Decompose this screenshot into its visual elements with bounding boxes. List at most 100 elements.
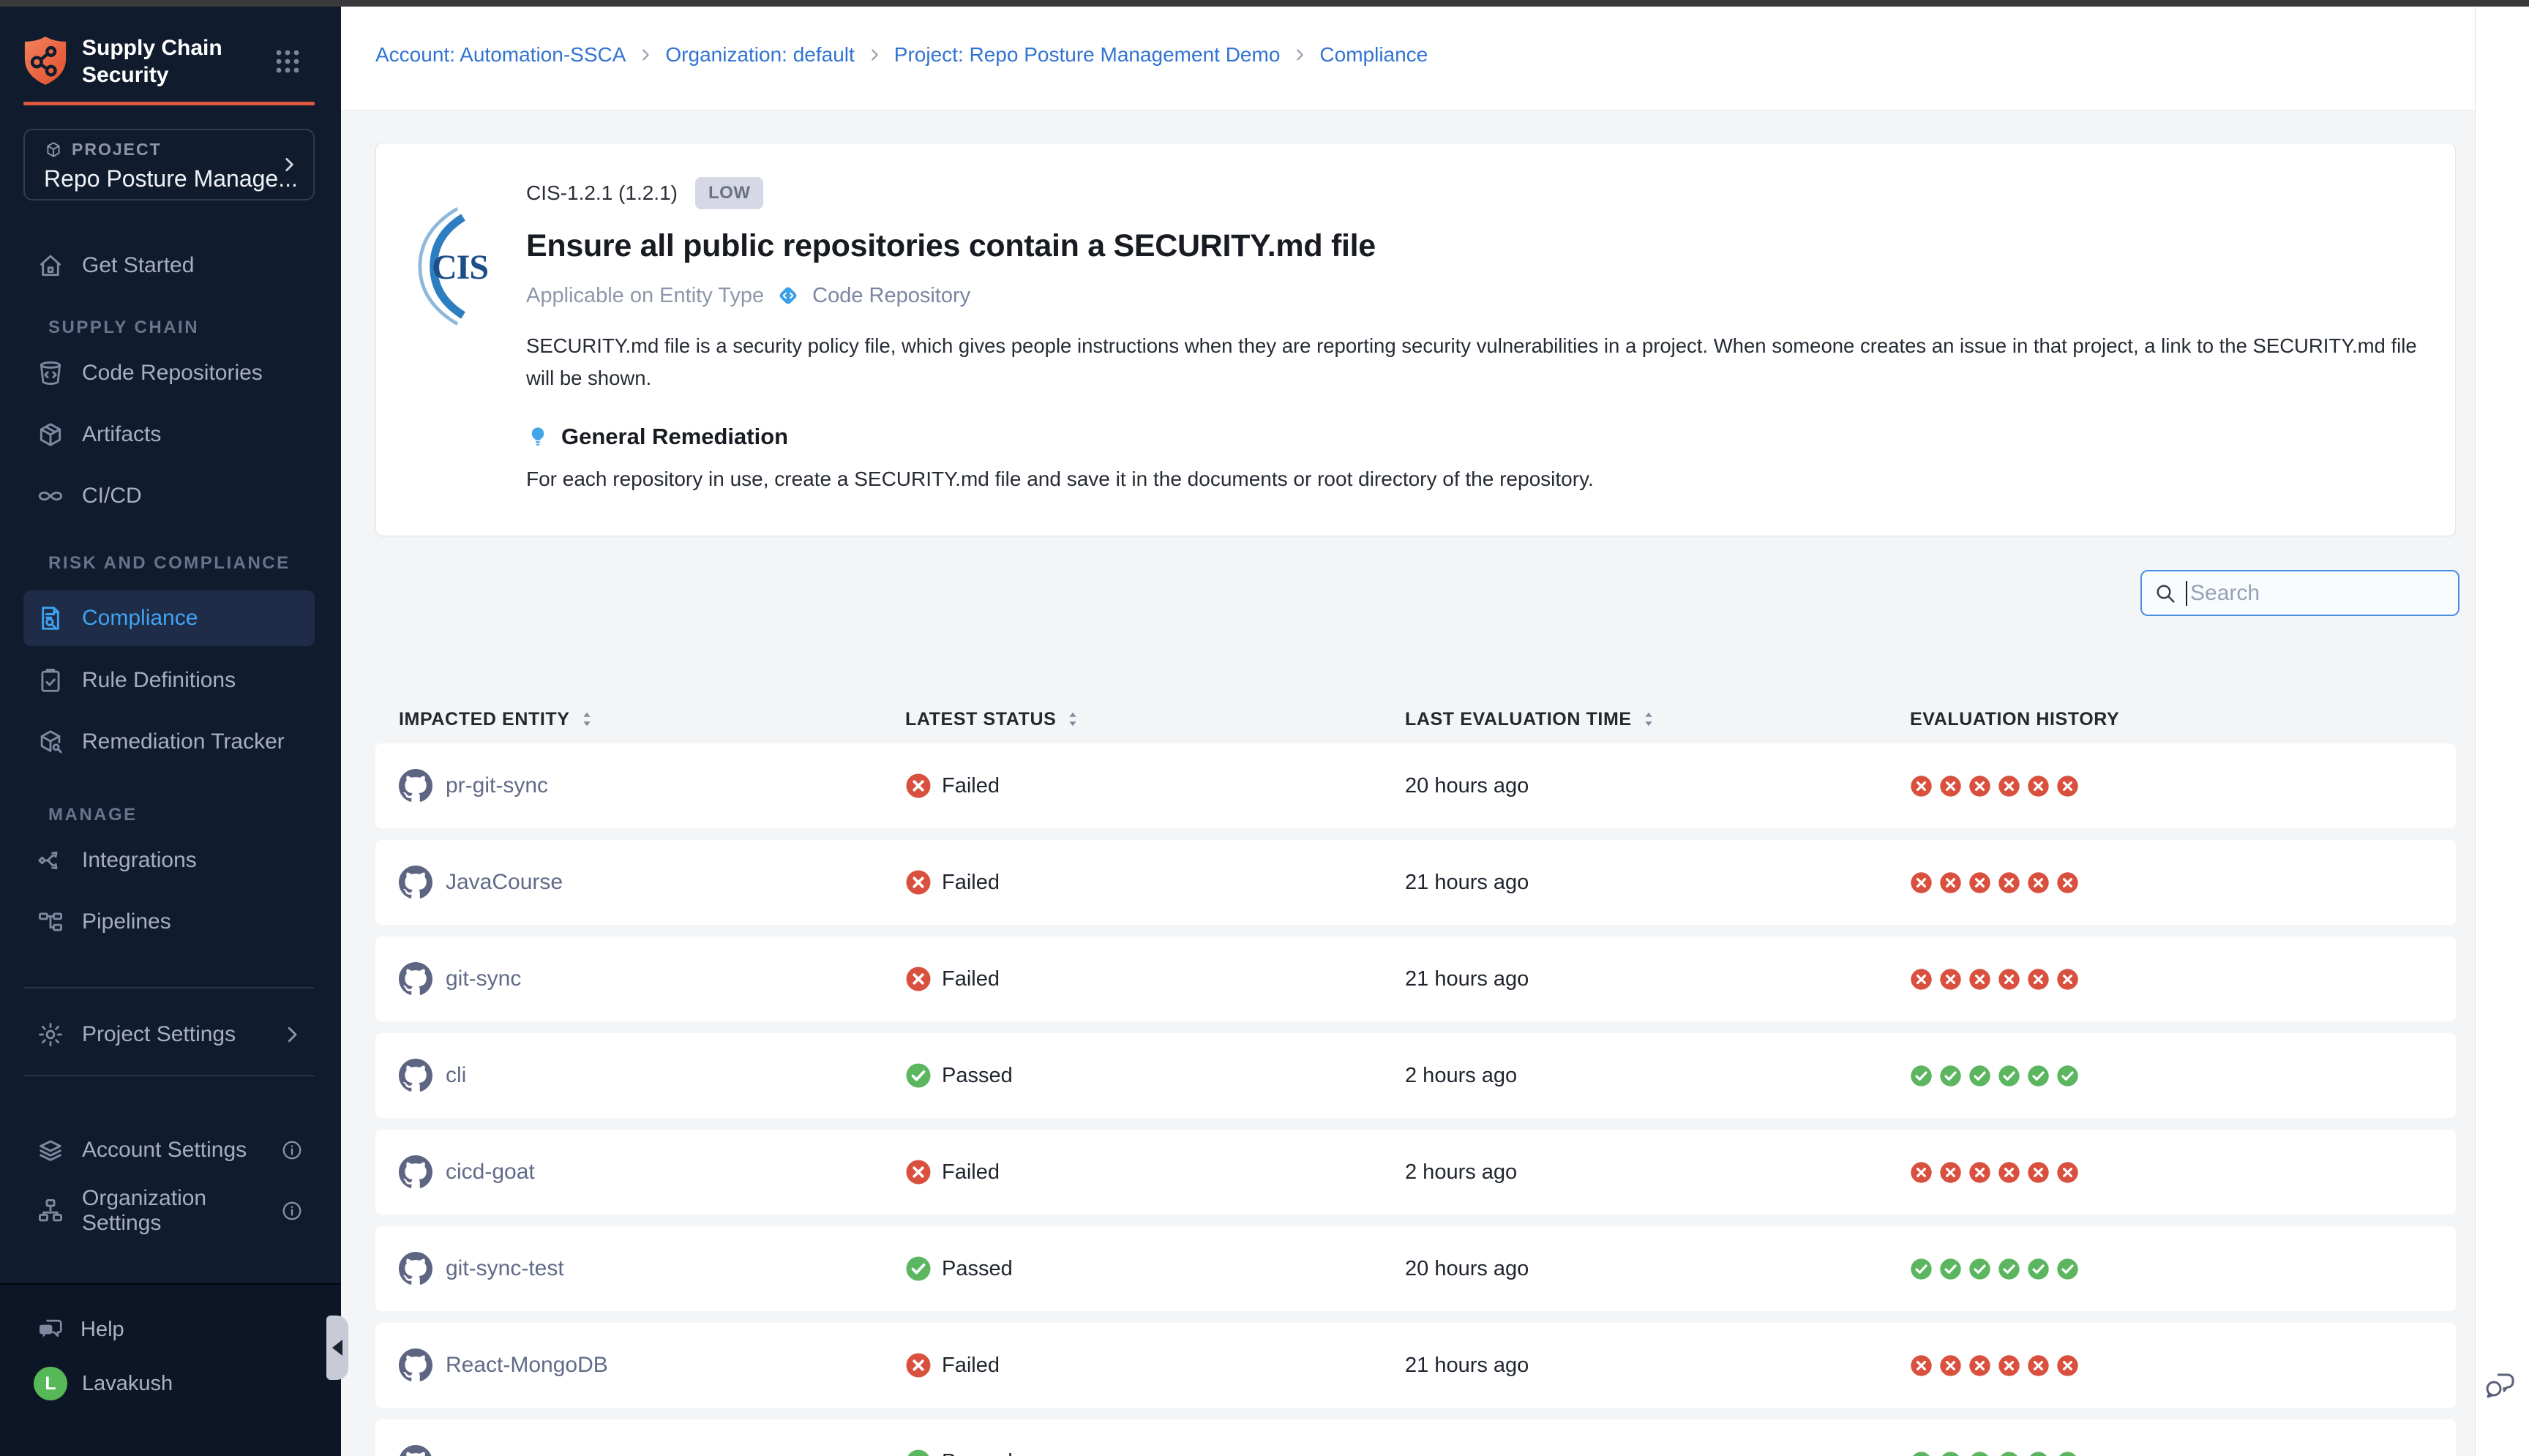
entity-name[interactable]: cli [446,1063,466,1088]
entity-cell[interactable]: pr-git-sync [399,769,905,803]
column-header-impacted-entity[interactable]: IMPACTED ENTITY [399,709,905,730]
github-icon [399,1348,432,1382]
entity-cell[interactable]: git-sync-test [399,1252,905,1286]
sidebar-item-get-started[interactable]: Get Started [23,247,315,284]
remediation-text: For each repository in use, create a SEC… [526,468,2399,491]
entity-name[interactable]: React-MongoDB [446,1353,608,1378]
entity-cell[interactable]: git-sync [399,962,905,996]
sidebar-item-ci-cd[interactable]: CI/CD [23,478,315,514]
entity-name[interactable]: JavaCourse [446,870,563,895]
table-row[interactable]: git-syncFailed21 hours ago [375,937,2456,1021]
history-failed-icon [2027,1161,2050,1184]
sidebar-item-integrations[interactable]: Integrations [23,842,315,879]
column-header-last-evaluation-time[interactable]: LAST EVALUATION TIME [1405,709,1910,730]
history-failed-icon [1939,968,1962,991]
sidebar-item-label: Artifacts [82,422,161,447]
info-icon[interactable] [281,1139,303,1161]
table-row-partial[interactable]: Passed [375,1419,2456,1456]
column-header-label: LATEST STATUS [905,709,1056,730]
entity-name[interactable]: pr-git-sync [446,773,548,798]
user-menu[interactable]: L Lavakush [34,1367,341,1400]
sidebar-item-label: Project Settings [82,1022,236,1047]
history-passed-icon [2056,1065,2079,1087]
entity-name[interactable]: git-sync-test [446,1256,564,1281]
sort-icon[interactable] [577,710,596,729]
breadcrumb-link[interactable]: Organization: default [665,43,854,67]
sidebar-item-artifacts[interactable]: Artifacts [23,416,315,453]
sort-icon[interactable] [1063,710,1082,729]
sidebar-item-project-settings[interactable]: Project Settings [23,1016,315,1053]
history-failed-icon [1968,1161,1991,1184]
rule-description: SECURITY.md file is a security policy fi… [526,330,2429,394]
history-passed-icon [1910,1065,1933,1087]
product-title: Supply Chain Security [82,34,222,89]
entity-cell[interactable]: cli [399,1059,905,1092]
evaluation-time-cell: 2 hours ago [1405,1160,1910,1185]
history-failed-icon [1968,775,1991,798]
text-caret [2186,581,2187,606]
evaluation-time-cell: 20 hours ago [1405,1257,1910,1281]
sidebar-section-header: RISK AND COMPLIANCE [48,552,341,574]
sidebar-item-code-repositories[interactable]: Code Repositories [23,355,315,391]
github-icon [399,1445,432,1456]
column-header-latest-status[interactable]: LATEST STATUS [905,709,1405,730]
sidebar-item-remediation-tracker[interactable]: Remediation Tracker [23,724,315,760]
sidebar-item-account-settings[interactable]: Account Settings [23,1132,315,1168]
history-passed-icon [1998,1451,2020,1456]
evaluation-history-cell [1910,1354,2432,1377]
status-failed-icon [905,869,932,896]
pipelines-icon [37,908,64,936]
entity-type-link[interactable]: Code Repository [812,284,970,308]
status-cell: Failed [905,966,1405,992]
column-header-evaluation-history[interactable]: EVALUATION HISTORY [1910,709,2432,730]
sidebar-item-label: Code Repositories [82,361,263,386]
history-failed-icon [1998,968,2020,991]
entity-cell[interactable]: React-MongoDB [399,1348,905,1382]
table-row[interactable]: pr-git-syncFailed20 hours ago [375,743,2456,828]
status-cell: Failed [905,1352,1405,1378]
project-switcher[interactable]: PROJECT Repo Posture Manage... [23,129,315,200]
history-failed-icon [1910,871,1933,894]
status-cell: Failed [905,869,1405,896]
status-cell: Failed [905,1159,1405,1185]
sidebar-item-rule-definitions[interactable]: Rule Definitions [23,662,315,699]
entity-cell[interactable] [399,1445,905,1456]
sidebar-item-organization-settings[interactable]: Organization Settings [23,1193,315,1229]
github-icon [399,1252,432,1286]
history-failed-icon [2027,968,2050,991]
sort-icon[interactable] [1639,710,1658,729]
info-icon[interactable] [281,1200,303,1222]
breadcrumb-link[interactable]: Compliance [1319,43,1428,67]
status-label: Failed [942,967,1000,991]
entity-cell[interactable]: JavaCourse [399,866,905,899]
status-passed-icon [905,1449,932,1456]
applicable-label: Applicable on Entity Type [526,284,764,308]
sidebar-item-compliance[interactable]: Compliance [23,590,315,646]
entity-cell[interactable]: cicd-goat [399,1155,905,1189]
sidebar-item-pipelines[interactable]: Pipelines [23,904,315,940]
entity-name[interactable]: git-sync [446,967,521,991]
apps-grid-icon[interactable] [275,49,300,74]
history-failed-icon [1998,1354,2020,1377]
table-row[interactable]: git-sync-testPassed20 hours ago [375,1226,2456,1311]
breadcrumb-link[interactable]: Project: Repo Posture Management Demo [894,43,1281,67]
breadcrumb-link[interactable]: Account: Automation-SSCA [375,43,626,67]
rule-id: CIS-1.2.1 (1.2.1) [526,181,678,205]
table-row[interactable]: JavaCourseFailed21 hours ago [375,840,2456,925]
search-input[interactable] [2189,580,2440,607]
table-row[interactable]: cliPassed2 hours ago [375,1033,2456,1118]
org-chart-icon [37,1197,64,1225]
history-failed-icon [1939,1161,1962,1184]
sidebar-collapse-handle[interactable] [326,1316,348,1380]
entity-name[interactable]: cicd-goat [446,1160,535,1185]
table-row[interactable]: React-MongoDBFailed21 hours ago [375,1323,2456,1408]
help-button[interactable]: ? Help [37,1316,341,1343]
table-row[interactable]: cicd-goat Failed2 hours ago [375,1130,2456,1215]
history-passed-icon [1998,1258,2020,1280]
chat-bubbles-icon[interactable] [2483,1367,2518,1403]
status-passed-icon [905,1256,932,1282]
code-repository-icon [37,359,64,387]
history-failed-icon [1968,968,1991,991]
integrations-icon [37,847,64,874]
history-failed-icon [1968,1354,1991,1377]
